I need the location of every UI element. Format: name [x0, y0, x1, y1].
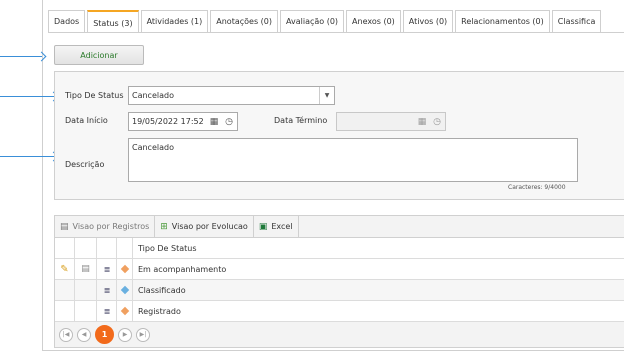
chevron-down-icon[interactable]: ▼	[319, 87, 334, 104]
clock-icon[interactable]: ◷	[430, 113, 444, 130]
status-color-icon	[117, 301, 133, 321]
details-icon[interactable]: ≣	[97, 259, 117, 279]
prev-page-icon[interactable]: ◀	[77, 327, 91, 342]
table-row[interactable]: ≣ Registrado	[55, 301, 624, 322]
tipo-status-label: Tipo De Status	[65, 91, 124, 100]
visao-registros-button[interactable]: ▤ Visao por Registros	[55, 216, 156, 237]
descricao-value: Cancelado	[132, 143, 174, 152]
status-color-icon	[117, 259, 133, 279]
add-button[interactable]: Adicionar	[54, 45, 144, 65]
tab-avaliacao[interactable]: Avaliação (0)	[279, 10, 345, 32]
data-inicio-field[interactable]: 19/05/2022 17:52 ▦ ◷	[128, 112, 238, 131]
data-inicio-label: Data Início	[65, 116, 108, 125]
visao-registros-label: Visao por Registros	[72, 222, 150, 231]
visao-evolucao-label: Visao por Evolucao	[171, 222, 248, 231]
tab-relacionamentos[interactable]: Relacionamentos (0)	[455, 10, 550, 32]
status-form: Tipo De Status Cancelado ▼ Data Início 1…	[54, 71, 624, 200]
tipo-status-select[interactable]: Cancelado ▼	[128, 86, 335, 105]
excel-label: Excel	[271, 222, 293, 231]
hierarchy-icon: ⊞	[160, 221, 168, 232]
annotation-arrow-add	[0, 51, 47, 62]
descricao-textarea[interactable]: Cancelado	[128, 138, 578, 182]
tab-atividades[interactable]: Atividades (1)	[140, 10, 209, 32]
grid-header-row: Tipo De Status	[55, 238, 624, 259]
character-counter: Caracteres: 9/4000	[508, 184, 566, 191]
data-termino-field[interactable]: ▦ ◷	[336, 112, 446, 131]
tab-classificacao[interactable]: Classifica	[551, 10, 602, 32]
calendar-icon[interactable]: ▦	[207, 113, 221, 130]
excel-button[interactable]: ▣ Excel	[254, 216, 299, 237]
pencil-icon[interactable]: ✎	[55, 259, 75, 279]
document-icon: ▤	[60, 221, 69, 232]
status-color-icon	[117, 280, 133, 300]
tab-anotacoes[interactable]: Anotações (0)	[210, 10, 278, 32]
row-status-text: Classificado	[138, 285, 186, 295]
table-row[interactable]: ✎ ▤ ≣ Em acompanhamento	[55, 259, 624, 280]
tab-bar: Dados Status (3) Atividades (1) Anotaçõe…	[48, 10, 624, 33]
last-page-icon[interactable]: ▶|	[136, 327, 150, 342]
clock-icon[interactable]: ◷	[222, 113, 236, 130]
table-row[interactable]: ≣ Classificado	[55, 280, 624, 301]
grid-toolbar: ▤ Visao por Registros ⊞ Visao por Evoluc…	[55, 216, 624, 238]
arrow-right-icon	[36, 51, 47, 62]
row-status-text: Em acompanhamento	[138, 264, 227, 274]
excel-icon: ▣	[258, 221, 268, 232]
tab-anexos[interactable]: Anexos (0)	[346, 10, 401, 32]
next-page-icon[interactable]: ▶	[118, 327, 132, 342]
pagination: |◀ ◀ 1 ▶ ▶|	[55, 322, 624, 347]
tab-dados[interactable]: Dados	[48, 10, 86, 32]
tab-status[interactable]: Status (3)	[87, 10, 139, 32]
details-icon[interactable]: ≣	[97, 280, 117, 300]
first-page-icon[interactable]: |◀	[59, 327, 73, 342]
row-status-text: Registrado	[138, 306, 181, 316]
descricao-label: Descrição	[65, 160, 105, 169]
tipo-status-value: Cancelado	[132, 91, 174, 100]
column-header-tipo-status[interactable]: Tipo De Status	[133, 238, 624, 258]
data-termino-label: Data Término	[274, 116, 328, 125]
data-inicio-value: 19/05/2022 17:52	[132, 117, 204, 126]
annotation-arrow-descricao	[0, 151, 59, 162]
visao-evolucao-button[interactable]: ⊞ Visao por Evolucao	[155, 216, 254, 237]
status-grid: ▤ Visao por Registros ⊞ Visao por Evoluc…	[54, 215, 624, 348]
calendar-icon[interactable]: ▦	[415, 113, 429, 130]
annotation-arrow-tipo	[0, 91, 59, 102]
page-current[interactable]: 1	[95, 325, 114, 344]
details-icon[interactable]: ≣	[97, 301, 117, 321]
document-icon[interactable]: ▤	[75, 259, 97, 279]
tab-ativos[interactable]: Ativos (0)	[402, 10, 454, 32]
